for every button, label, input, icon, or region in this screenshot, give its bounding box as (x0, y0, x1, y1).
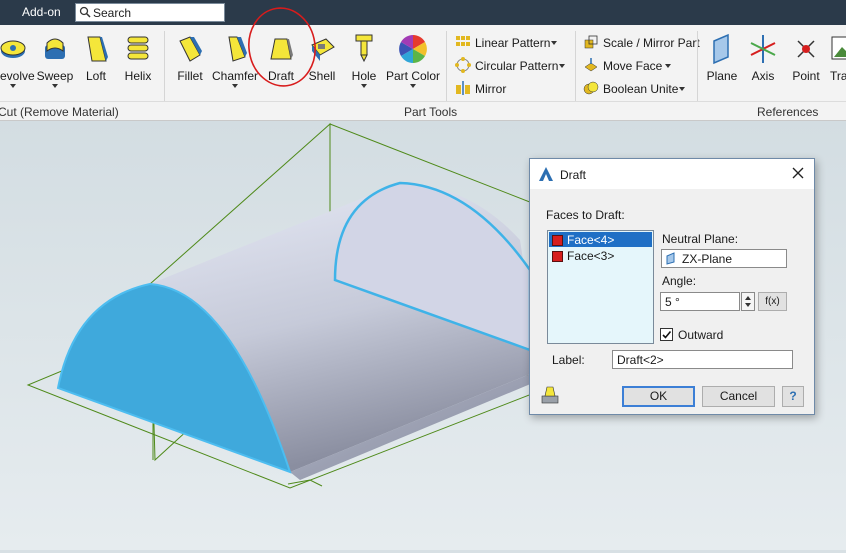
loft-icon (87, 36, 108, 62)
mirror-icon (456, 81, 470, 95)
plane-button[interactable]: Plane (703, 31, 741, 111)
cancel-button[interactable]: Cancel (702, 386, 775, 407)
angle-label: Angle: (662, 274, 697, 288)
sweep-icon (45, 38, 65, 59)
group-divider (0, 101, 846, 102)
fillet-button[interactable]: Fillet (170, 31, 210, 111)
scale-icon (584, 35, 598, 49)
neutral-plane-field[interactable]: ZX-Plane (661, 249, 787, 268)
linear-pattern-button[interactable]: Linear Pattern (455, 33, 570, 53)
ribbon-separator (164, 31, 165, 101)
ribbon: Revolve Sweep Loft Helix Fillet Chamfer … (0, 7, 846, 121)
label-field[interactable]: Draft<2> (612, 350, 793, 369)
sweep-button[interactable]: Sweep (34, 31, 76, 111)
search-input[interactable]: Search (93, 6, 131, 20)
outward-checkbox[interactable] (660, 328, 673, 341)
loft-button[interactable]: Loft (78, 31, 114, 111)
faces-list[interactable]: Face<4> Face<3> (547, 230, 654, 344)
top-bar: Add-on Search (0, 0, 846, 25)
ribbon-separator (446, 31, 447, 101)
fx-button[interactable]: f(x) (758, 292, 787, 311)
chevron-down-icon (679, 87, 685, 91)
annotation-circle (248, 7, 316, 87)
angle-field[interactable]: 5 ° (660, 292, 740, 311)
label-label: Label: (552, 353, 585, 367)
circular-pattern-icon (455, 57, 471, 73)
list-item[interactable]: Face<4> (549, 232, 652, 247)
scale-mirror-part-button[interactable]: Scale / Mirror Part (583, 33, 700, 53)
chevron-down-icon (551, 41, 557, 45)
ribbon-separator (697, 31, 698, 101)
dialog-title: Draft (560, 168, 587, 182)
part-color-button[interactable]: Part Color (386, 31, 440, 111)
helix-button[interactable]: Helix (118, 31, 158, 111)
app-logo-icon (539, 167, 553, 181)
fillet-icon (179, 36, 202, 62)
move-face-button[interactable]: Move Face (583, 56, 678, 76)
check-icon (662, 330, 672, 339)
chevron-down-icon (410, 84, 416, 88)
boolean-icon (583, 81, 599, 95)
point-button[interactable]: Point (787, 31, 825, 111)
revolve-button[interactable]: Revolve (0, 31, 36, 111)
help-button[interactable]: ? (782, 386, 804, 407)
close-icon[interactable] (790, 165, 806, 181)
color-wheel-icon (399, 35, 427, 63)
part-preview-icon (541, 386, 559, 404)
hole-icon (355, 34, 373, 63)
outward-label: Outward (678, 328, 724, 342)
draft-dialog: Draft Faces to Draft: Face<4> Face<3> Ne… (529, 158, 815, 415)
linear-pattern-icon (456, 36, 470, 46)
chevron-down-icon (361, 84, 367, 88)
axis-icon (750, 35, 776, 63)
move-face-icon (584, 58, 598, 72)
image-icon (831, 36, 846, 60)
ok-button[interactable]: OK (622, 386, 695, 407)
add-on-tab[interactable]: Add-on (22, 5, 61, 19)
neutral-plane-label: Neutral Plane: (662, 232, 739, 246)
face-icon (552, 251, 563, 262)
plane-icon (713, 33, 729, 65)
chevron-down-icon (10, 84, 16, 88)
face-icon (552, 235, 563, 246)
search-box[interactable]: Search (75, 3, 225, 22)
revolve-icon (0, 40, 26, 58)
spinner-arrows-icon (745, 296, 751, 307)
trace-image-button[interactable]: Tra Ima (826, 31, 846, 111)
plane-icon (666, 252, 675, 265)
list-item[interactable]: Face<3> (549, 248, 652, 263)
search-icon (79, 6, 91, 18)
chevron-down-icon (559, 64, 565, 68)
chevron-down-icon (52, 84, 58, 88)
faces-to-draft-label: Faces to Draft: (546, 208, 625, 222)
chevron-down-icon (232, 84, 238, 88)
group-label-part-tools: Part Tools (404, 105, 458, 119)
angle-spinner[interactable] (741, 292, 755, 311)
ribbon-separator (575, 31, 576, 101)
circular-pattern-button[interactable]: Circular Pattern (455, 56, 570, 76)
group-label-references: References (757, 105, 819, 119)
hole-button[interactable]: Hole (346, 31, 382, 111)
dialog-title-bar[interactable]: Draft (530, 159, 814, 189)
point-icon (797, 40, 815, 58)
mirror-button[interactable]: Mirror (455, 79, 535, 99)
boolean-unite-button[interactable]: Boolean Unite (583, 79, 693, 99)
helix-icon (127, 36, 149, 60)
group-label-cut: Cut (Remove Material) (0, 105, 119, 119)
axis-button[interactable]: Axis (745, 31, 781, 111)
chevron-down-icon (665, 64, 671, 68)
